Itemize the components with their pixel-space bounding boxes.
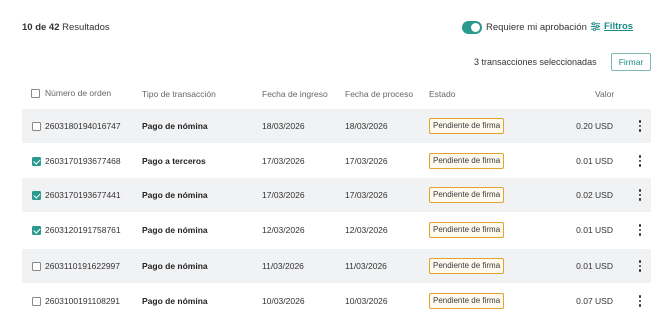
- table-header: Número de orden Tipo de transacción Fech…: [0, 88, 670, 102]
- entry-date: 17/03/2026: [262, 190, 305, 200]
- status-badge: Pendiente de firma: [429, 187, 505, 203]
- header-process-date: Fecha de proceso: [345, 89, 414, 99]
- header-status: Estado: [429, 89, 456, 99]
- row-check-cell: [32, 109, 41, 143]
- row-checkbox[interactable]: [32, 156, 41, 166]
- row-check-cell: [32, 213, 41, 247]
- transaction-type: Pago de nómina: [142, 296, 208, 306]
- status-cell: Pendiente de firma: [429, 213, 505, 247]
- transaction-type: Pago de nómina: [142, 225, 208, 235]
- filter-sliders-icon: [590, 22, 601, 31]
- table-row[interactable]: 2603180194016747 Pago de nómina 18/03/2026…: [22, 109, 651, 143]
- approval-toggle-group: Requiere mi aprobación: [462, 21, 587, 34]
- process-date: 12/03/2026: [345, 225, 388, 235]
- kebab-menu-icon: [638, 224, 642, 236]
- kebab-menu-icon: [638, 189, 642, 201]
- row-check-cell: [32, 178, 41, 212]
- table-row[interactable]: 2603110191622997 Pago de nómina 11/03/2026…: [22, 249, 651, 283]
- row-check-cell: [32, 249, 41, 283]
- entry-date: 18/03/2026: [262, 121, 305, 131]
- value: 0.07 USD: [576, 296, 613, 306]
- order-number: 2603110191622997: [45, 261, 121, 271]
- order-number: 2603180194016747: [45, 121, 121, 131]
- process-date: 17/03/2026: [345, 190, 388, 200]
- status-badge: Pendiente de firma: [429, 118, 505, 134]
- header-value: Valor: [595, 89, 615, 99]
- row-menu-button[interactable]: [633, 178, 647, 212]
- status-badge: Pendiente de firma: [429, 222, 505, 238]
- toggle-knob: [471, 23, 480, 32]
- filters-label: Filtros: [604, 21, 634, 32]
- process-date: 17/03/2026: [345, 156, 388, 166]
- table-row[interactable]: 2603120191758761 Pago de nómina 12/03/2026…: [22, 213, 651, 247]
- entry-date: 10/03/2026: [262, 296, 305, 306]
- filters-button[interactable]: Filtros: [590, 21, 633, 32]
- approval-label: Requiere mi aprobación: [486, 22, 587, 33]
- process-date: 18/03/2026: [345, 121, 388, 131]
- transaction-type: Pago de nómina: [142, 121, 208, 131]
- header-order: Número de orden: [45, 88, 112, 98]
- header-entry-date: Fecha de ingreso: [262, 89, 328, 99]
- row-checkbox[interactable]: [32, 261, 41, 271]
- results-label: Resultados: [62, 22, 110, 33]
- row-checkbox[interactable]: [32, 121, 41, 131]
- value: 0.02 USD: [576, 190, 613, 200]
- kebab-menu-icon: [638, 295, 642, 307]
- status-cell: Pendiente de firma: [429, 249, 505, 283]
- transaction-type: Pago de nómina: [142, 190, 208, 200]
- value: 0.01 USD: [576, 261, 613, 271]
- kebab-menu-icon: [638, 120, 642, 132]
- row-menu-button[interactable]: [633, 144, 647, 178]
- row-menu-button[interactable]: [633, 213, 647, 247]
- entry-date: 12/03/2026: [262, 225, 305, 235]
- order-number: 2603120191758761: [45, 225, 121, 235]
- row-checkbox[interactable]: [32, 190, 41, 200]
- value: 0.01 USD: [576, 225, 613, 235]
- row-menu-button[interactable]: [633, 109, 647, 143]
- order-number: 2603100191108291: [45, 296, 121, 306]
- entry-date: 17/03/2026: [262, 156, 305, 166]
- kebab-menu-icon: [638, 260, 642, 272]
- status-badge: Pendiente de firma: [429, 258, 505, 274]
- header-type: Tipo de transacción: [142, 89, 216, 99]
- status-badge: Pendiente de firma: [429, 293, 505, 309]
- order-number: 2603170193677468: [45, 156, 121, 166]
- process-date: 11/03/2026: [345, 261, 387, 271]
- transaction-type: Pago a terceros: [142, 156, 206, 166]
- value: 0.20 USD: [576, 121, 613, 131]
- kebab-menu-icon: [638, 155, 642, 167]
- status-cell: Pendiente de firma: [429, 178, 505, 212]
- process-date: 10/03/2026: [345, 296, 388, 306]
- transaction-type: Pago de nómina: [142, 261, 208, 271]
- approval-toggle[interactable]: [462, 21, 482, 34]
- table-row[interactable]: 2603170193677468 Pago a terceros 17/03/202…: [22, 144, 651, 178]
- status-cell: Pendiente de firma: [429, 144, 505, 178]
- row-checkbox[interactable]: [32, 296, 41, 306]
- table-row[interactable]: 2603100191108291 Pago de nómina 10/03/2026…: [22, 284, 651, 318]
- entry-date: 11/03/2026: [262, 261, 304, 271]
- status-cell: Pendiente de firma: [429, 284, 505, 318]
- row-menu-button[interactable]: [633, 249, 647, 283]
- row-menu-button[interactable]: [633, 284, 647, 318]
- status-cell: Pendiente de firma: [429, 109, 505, 143]
- sign-button[interactable]: Firmar: [611, 53, 651, 71]
- order-number: 2603170193677441: [45, 190, 121, 200]
- value: 0.01 USD: [576, 156, 613, 166]
- row-check-cell: [32, 284, 41, 318]
- status-badge: Pendiente de firma: [429, 153, 505, 169]
- results-summary: 10 de 42 Resultados: [22, 22, 110, 33]
- row-checkbox[interactable]: [32, 225, 41, 235]
- table-row[interactable]: 2603170193677441 Pago de nómina 17/03/2026…: [22, 178, 651, 212]
- results-count: 10 de 42: [22, 22, 60, 33]
- row-check-cell: [32, 144, 41, 178]
- selected-count: 3 transacciones seleccionadas: [474, 57, 597, 67]
